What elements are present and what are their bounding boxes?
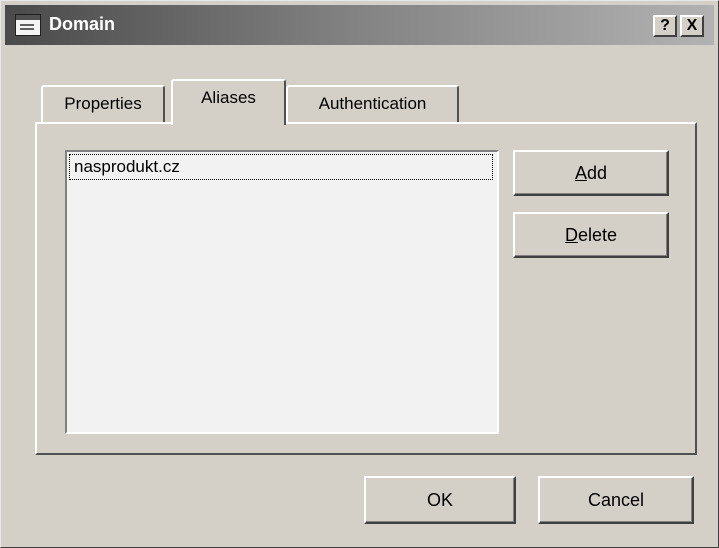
delete-button[interactable]: Delete xyxy=(513,212,669,258)
add-button[interactable]: Add xyxy=(513,150,669,196)
tab-aliases[interactable]: Aliases xyxy=(171,79,286,125)
add-button-label: dd xyxy=(586,163,608,183)
close-button[interactable]: X xyxy=(680,15,704,37)
tab-properties[interactable]: Properties xyxy=(41,85,165,123)
title-bar[interactable]: Domain ? X xyxy=(5,5,714,45)
aliases-panel: nasprodukt.cz Add Delete xyxy=(35,122,697,455)
window-title: Domain xyxy=(49,14,116,34)
cancel-button[interactable]: Cancel xyxy=(538,476,694,524)
list-item[interactable]: nasprodukt.cz xyxy=(69,154,493,180)
aliases-listbox[interactable]: nasprodukt.cz xyxy=(65,150,499,434)
tab-authentication[interactable]: Authentication xyxy=(286,85,459,123)
ok-button[interactable]: OK xyxy=(364,476,516,524)
add-button-accel: A xyxy=(574,163,587,183)
help-button[interactable]: ? xyxy=(653,15,677,37)
domain-dialog: Domain ? X Properties Aliases Authentica… xyxy=(0,0,719,548)
close-icon: X xyxy=(686,17,698,34)
help-icon: ? xyxy=(660,17,670,34)
window-app-icon[interactable] xyxy=(15,14,41,36)
delete-button-accel: D xyxy=(564,225,578,245)
delete-button-label: elete xyxy=(577,225,618,245)
